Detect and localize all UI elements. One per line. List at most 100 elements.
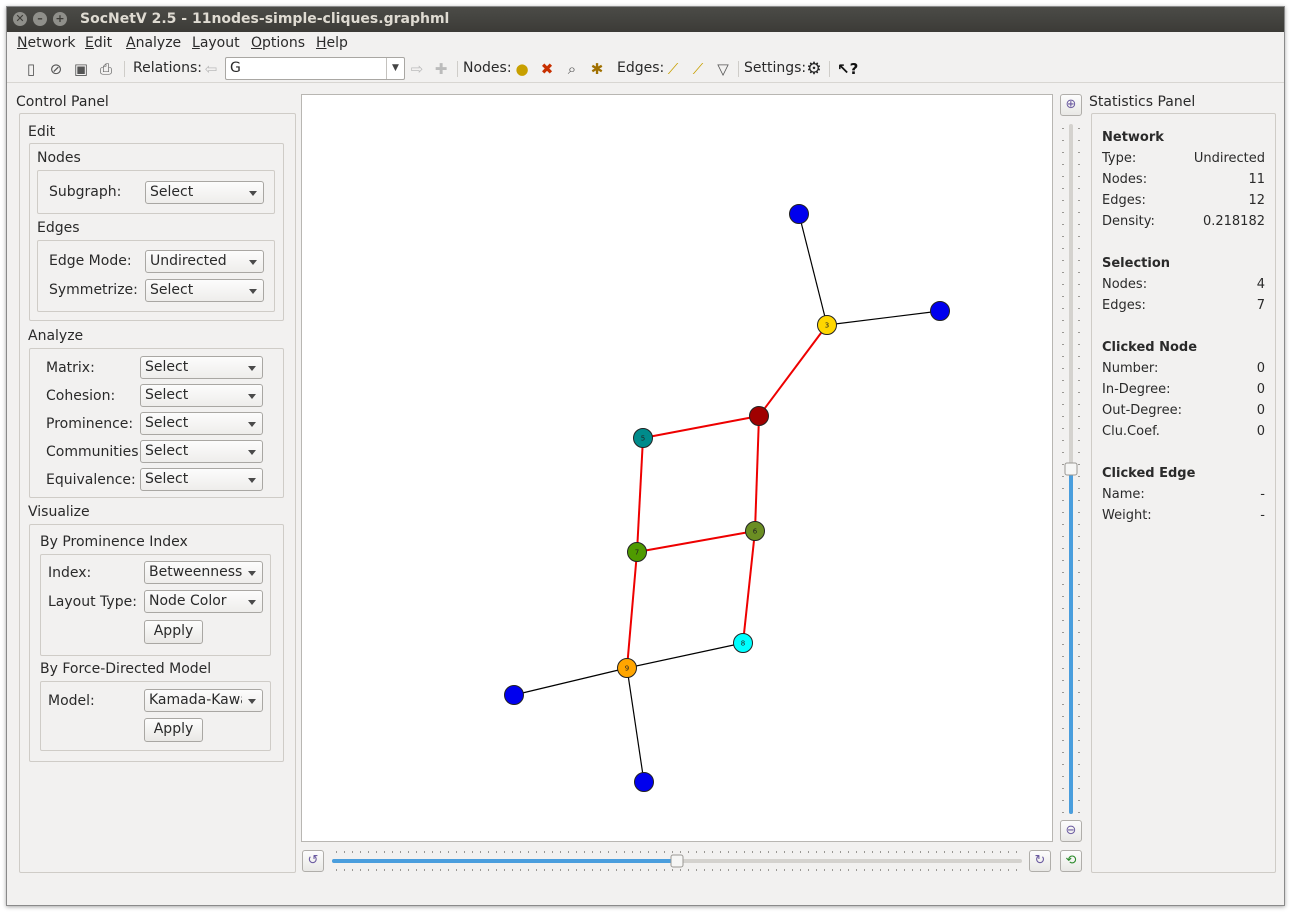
cohesion-select[interactable]: Select: [140, 384, 263, 407]
slider-tick: [720, 869, 721, 871]
slider-tick: [384, 869, 385, 871]
menu-help[interactable]: Help: [316, 35, 348, 51]
graph-edge[interactable]: [826, 310, 941, 326]
open-network-icon[interactable]: ⊘: [47, 60, 65, 78]
graph-edge[interactable]: [798, 213, 828, 326]
slider-tick: [1078, 620, 1080, 621]
slider-tick: [704, 869, 705, 871]
graph-node[interactable]: 8: [733, 633, 753, 653]
node-properties-icon[interactable]: ✱: [588, 60, 606, 78]
clicked-node-stats-title: Clicked Node: [1102, 340, 1198, 355]
communities-select[interactable]: Select: [140, 440, 263, 463]
slider-tick: [1000, 851, 1001, 853]
by-prominence-section: Index: Betweenness Centrality Layout Typ…: [40, 554, 271, 656]
graph-node[interactable]: [634, 772, 654, 792]
previous-relation-icon[interactable]: ⇦: [202, 60, 220, 78]
layout-type-select[interactable]: Node Color: [144, 590, 263, 613]
close-window-button[interactable]: ✕: [13, 12, 27, 26]
graph-node[interactable]: [789, 204, 809, 224]
slider-tick: [400, 869, 401, 871]
find-node-icon[interactable]: ⌕: [563, 60, 581, 78]
maximize-window-button[interactable]: +: [53, 12, 67, 26]
prominence-index-select[interactable]: Betweenness Centrality: [144, 561, 263, 584]
graph-node[interactable]: [504, 685, 524, 705]
graph-node[interactable]: 3: [817, 315, 837, 335]
menu-edit[interactable]: Edit: [85, 35, 112, 51]
graph-edge[interactable]: [754, 415, 760, 532]
graph-node[interactable]: 7: [627, 542, 647, 562]
prominence-select[interactable]: Select: [140, 412, 263, 435]
equivalence-select[interactable]: Select: [140, 468, 263, 491]
graph-node[interactable]: 9: [617, 658, 637, 678]
graph-node[interactable]: [930, 301, 950, 321]
edge-mode-select[interactable]: Undirected: [145, 250, 264, 273]
menu-analyze[interactable]: Analyze: [126, 35, 181, 51]
slider-tick: [592, 851, 593, 853]
menu-layout[interactable]: Layout: [192, 35, 240, 51]
add-edge-icon[interactable]: ⟋: [664, 60, 682, 78]
zoom-slider[interactable]: [1060, 124, 1082, 814]
graph-canvas[interactable]: 3 5 6 7 8 9: [301, 94, 1053, 842]
slider-tick: [936, 851, 937, 853]
force-model-select[interactable]: Kamada-Kawai: [144, 689, 263, 712]
subgraph-select[interactable]: Select: [145, 181, 264, 204]
rotate-slider[interactable]: [332, 849, 1022, 873]
add-node-icon[interactable]: ●: [513, 60, 531, 78]
reset-view-icon[interactable]: ⟲: [1060, 850, 1082, 872]
relation-select[interactable]: G ▼: [225, 57, 405, 80]
zoom-out-icon[interactable]: ⊖: [1060, 820, 1082, 842]
slider-tick: [472, 851, 473, 853]
matrix-select[interactable]: Select: [140, 356, 263, 379]
whats-this-help-icon[interactable]: ↖?: [837, 60, 858, 78]
rotate-slider-fill: [332, 859, 677, 863]
graph-edge[interactable]: [758, 324, 828, 417]
slider-tick: [864, 851, 865, 853]
slider-tick: [704, 851, 705, 853]
graph-edge[interactable]: [636, 530, 756, 553]
rotate-right-icon[interactable]: ↻: [1029, 850, 1051, 872]
print-icon[interactable]: ⎙: [97, 60, 115, 78]
layout-type-select-value: Node Color: [149, 593, 227, 609]
graph-node[interactable]: [749, 406, 769, 426]
minimize-window-button[interactable]: –: [33, 12, 47, 26]
graph-edge[interactable]: [642, 415, 760, 439]
menu-options[interactable]: Options: [251, 35, 305, 51]
nodes-label: Nodes:: [463, 60, 512, 76]
rotate-left-icon[interactable]: ↺: [302, 850, 324, 872]
new-network-icon[interactable]: ▯: [22, 60, 40, 78]
slider-tick: [1078, 692, 1080, 693]
cohesion-label: Cohesion:: [46, 388, 116, 404]
slider-tick: [1078, 404, 1080, 405]
graph-edge[interactable]: [626, 551, 638, 669]
apply-prominence-button[interactable]: Apply: [144, 620, 203, 644]
next-relation-icon[interactable]: ⇨: [408, 60, 426, 78]
chevron-down-icon: [248, 422, 256, 427]
slider-tick: [680, 851, 681, 853]
menu-network[interactable]: Network: [17, 35, 75, 51]
apply-force-model-button[interactable]: Apply: [144, 718, 203, 742]
graph-node[interactable]: 6: [745, 521, 765, 541]
gear-icon[interactable]: ⚙: [805, 60, 823, 78]
graph-node[interactable]: 5: [633, 428, 653, 448]
add-relation-icon[interactable]: ✚: [432, 60, 450, 78]
slider-tick: [536, 851, 537, 853]
graph-edge[interactable]: [513, 667, 628, 696]
slider-tick: [1078, 668, 1080, 669]
zoom-in-icon[interactable]: ⊕: [1060, 94, 1082, 116]
save-network-icon[interactable]: ▣: [72, 60, 90, 78]
graph-edge[interactable]: [626, 667, 645, 783]
slider-tick: [816, 869, 817, 871]
slider-tick: [680, 869, 681, 871]
graph-edge[interactable]: [742, 530, 756, 644]
remove-edge-icon[interactable]: ⟋: [689, 60, 707, 78]
slider-tick: [944, 869, 945, 871]
graph-edge[interactable]: [626, 642, 744, 669]
slider-tick: [376, 869, 377, 871]
slider-tick: [920, 869, 921, 871]
symmetrize-select[interactable]: Select: [145, 279, 264, 302]
graph-edge[interactable]: [636, 437, 644, 553]
filter-edges-icon[interactable]: ▽: [714, 60, 732, 78]
slider-tick: [1078, 236, 1080, 237]
remove-node-icon[interactable]: ✖: [538, 60, 556, 78]
slider-tick: [1078, 572, 1080, 573]
